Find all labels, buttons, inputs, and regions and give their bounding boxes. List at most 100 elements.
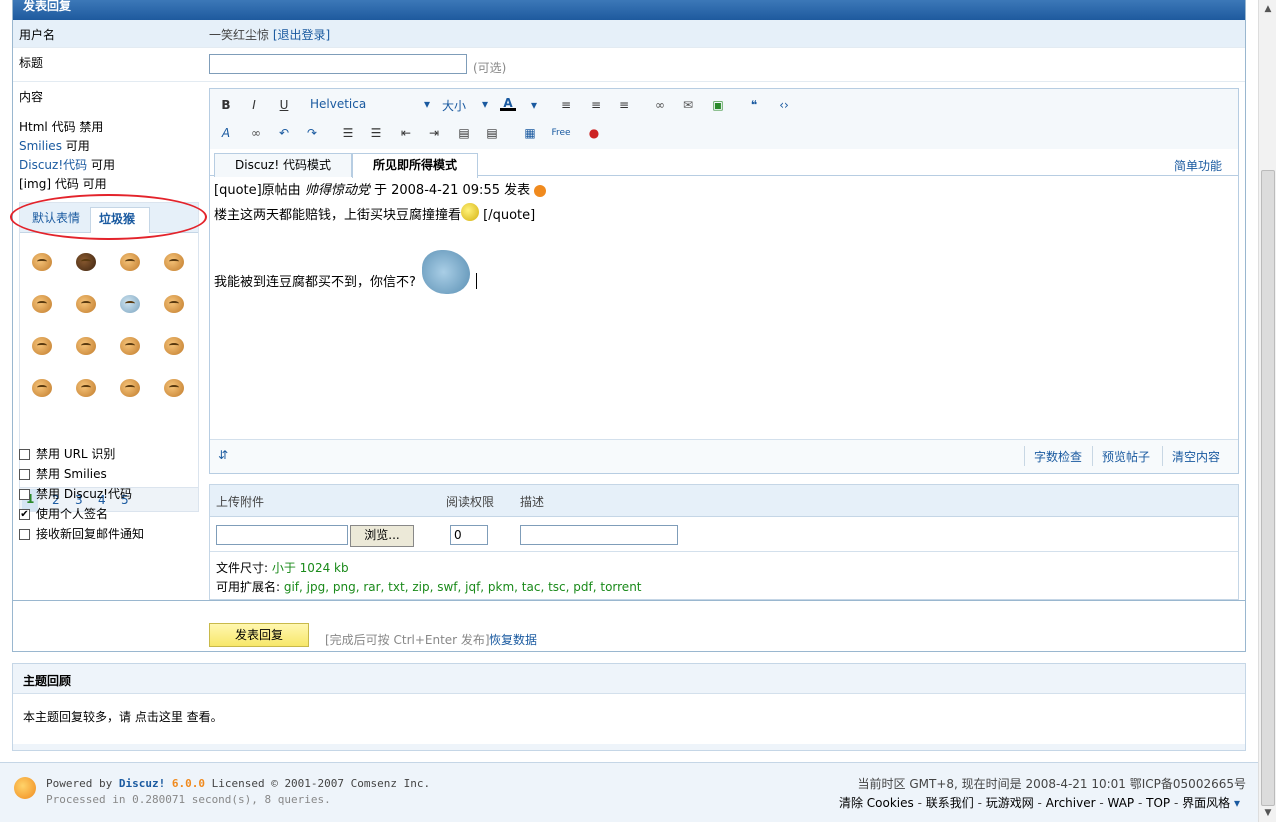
smilies-link[interactable]: Smilies <box>19 139 62 153</box>
indent-icon[interactable]: ⇥ <box>426 125 442 141</box>
title-label: 标题 <box>19 56 44 70</box>
clear-cookies-link[interactable]: 清除 Cookies <box>839 796 914 810</box>
size-select[interactable]: 大小 ▾ <box>442 97 488 114</box>
editor-footer: ⇵ 字数检查 预览帖子 清空内容 <box>210 439 1238 473</box>
highlight-circle <box>10 194 207 240</box>
word-count-link[interactable]: 字数检查 <box>1034 448 1082 465</box>
archiver-link[interactable]: Archiver <box>1046 796 1096 810</box>
scrollbar-thumb[interactable] <box>1261 170 1275 806</box>
table-icon[interactable]: ▦ <box>522 125 538 141</box>
checkbox[interactable] <box>19 528 30 540</box>
color-dropdown-icon[interactable]: ▾ <box>526 97 542 113</box>
read-permission-field[interactable]: 0 <box>450 525 488 545</box>
title-input[interactable] <box>209 54 467 74</box>
smiley[interactable] <box>152 241 196 283</box>
doodle-smiley-icon <box>421 250 470 294</box>
option-email-notify[interactable]: 接收新回复邮件通知 <box>19 524 144 544</box>
code-icon[interactable]: ‹› <box>776 97 792 113</box>
theme-link[interactable]: 界面风格 <box>1182 796 1230 810</box>
description-field[interactable] <box>520 525 678 545</box>
smiley[interactable] <box>64 241 108 283</box>
remove-format-icon[interactable]: A <box>218 125 234 141</box>
contact-link[interactable]: 联系我们 <box>926 796 974 810</box>
simple-mode-link[interactable]: 简单功能 <box>1174 157 1222 174</box>
browse-button[interactable]: 浏览... <box>350 525 414 547</box>
smiley[interactable] <box>152 325 196 367</box>
submit-reply-button[interactable]: 发表回复 <box>209 623 309 647</box>
wap-link[interactable]: WAP <box>1108 796 1135 810</box>
smiley[interactable] <box>64 325 108 367</box>
align-right-icon[interactable]: ≡ <box>616 97 632 113</box>
scroll-down-icon[interactable]: ▼ <box>1261 806 1275 820</box>
email-icon[interactable]: ✉ <box>680 97 696 113</box>
ordered-list-icon[interactable]: ☰ <box>340 125 356 141</box>
scroll-up-icon[interactable]: ▲ <box>1261 2 1275 16</box>
smiley[interactable] <box>64 283 108 325</box>
top-link[interactable]: TOP <box>1146 796 1170 810</box>
option-use-signature[interactable]: ✔ 使用个人签名 <box>19 504 144 524</box>
option-disable-discuz[interactable]: 禁用 Discuz!代码 <box>19 484 144 504</box>
option-disable-url[interactable]: 禁用 URL 识别 <box>19 444 144 464</box>
float-right-icon[interactable]: ▤ <box>484 125 500 141</box>
username-row: 用户名 一笑红尘惊 [退出登录] <box>13 20 1245 48</box>
vertical-scrollbar[interactable]: ▲ ▼ <box>1258 0 1276 822</box>
clear-content-link[interactable]: 清空内容 <box>1172 448 1220 465</box>
tab-wysiwyg-mode[interactable]: 所见即所得模式 <box>352 153 479 178</box>
smiley[interactable] <box>152 283 196 325</box>
align-center-icon[interactable]: ≡ <box>588 97 604 113</box>
link-icon[interactable]: ∞ <box>652 97 668 113</box>
review-text[interactable]: 本主题回复较多，请 点击这里 查看。 <box>23 708 223 725</box>
processing-info: Processed in 0.280071 second(s), 8 queri… <box>46 793 331 806</box>
divider <box>1024 446 1025 466</box>
align-left-icon[interactable]: ≡ <box>558 97 574 113</box>
redo-icon[interactable]: ↷ <box>304 125 320 141</box>
image-icon[interactable]: ▣ <box>710 97 726 113</box>
smiley[interactable] <box>108 241 152 283</box>
games-link[interactable]: 玩游戏网 <box>986 796 1034 810</box>
editor-content[interactable]: [quote]原帖由 帅得惊动党 于 2008-4-21 09:55 发表 楼主… <box>214 179 1236 437</box>
unlink-icon[interactable]: ∞ <box>248 125 264 141</box>
bold-icon[interactable]: B <box>218 97 234 113</box>
resize-icon[interactable]: ⇵ <box>218 448 228 462</box>
font-select[interactable]: Helvetica ▾ <box>310 97 430 111</box>
smiley[interactable] <box>20 283 64 325</box>
rich-text-editor: B I U Helvetica ▾ 大小 ▾ A ▾ ≡ ≡ ≡ ∞ ✉ ▣ ❝… <box>209 88 1239 474</box>
free-icon[interactable]: Free <box>550 125 572 141</box>
smiley[interactable] <box>20 325 64 367</box>
discuz-logo-icon <box>14 777 36 799</box>
smiley[interactable] <box>108 283 152 325</box>
option-disable-smilies[interactable]: 禁用 Smilies <box>19 464 144 484</box>
smiley[interactable] <box>152 367 196 409</box>
preview-link[interactable]: 预览帖子 <box>1102 448 1150 465</box>
smiley[interactable] <box>108 325 152 367</box>
italic-icon[interactable]: I <box>246 97 262 113</box>
restore-data-link[interactable]: 恢复数据 <box>489 631 537 648</box>
reply-form: 发表回复 用户名 一笑红尘惊 [退出登录] 标题 (可选) 内容 Html 代码… <box>10 0 1246 652</box>
underline-icon[interactable]: U <box>276 97 292 113</box>
logout-link[interactable]: [退出登录] <box>273 28 330 42</box>
text-caret <box>475 273 477 289</box>
post-options: 禁用 URL 识别 禁用 Smilies 禁用 Discuz!代码 ✔ 使用个人签… <box>19 444 144 544</box>
checkbox[interactable] <box>19 488 30 500</box>
font-color-icon[interactable]: A <box>500 95 516 111</box>
username-value: 一笑红尘惊 [退出登录] <box>209 26 330 43</box>
discuz-link[interactable]: Discuz! <box>119 777 165 790</box>
outdent-icon[interactable]: ⇤ <box>398 125 414 141</box>
attachment-section: 上传附件 阅读权限 描述 浏览... 0 文件尺寸: 小于 1024 kb 可用… <box>209 484 1239 600</box>
tab-discuz-code-mode[interactable]: Discuz! 代码模式 <box>214 153 352 177</box>
chevron-down-icon[interactable]: ▾ <box>1234 796 1240 810</box>
smiley[interactable] <box>20 241 64 283</box>
qq-icon[interactable]: ● <box>586 125 602 141</box>
discuz-code-link[interactable]: Discuz!代码 <box>19 158 87 172</box>
smiley[interactable] <box>108 367 152 409</box>
checkbox[interactable] <box>19 468 30 480</box>
smiley[interactable] <box>20 367 64 409</box>
undo-icon[interactable]: ↶ <box>276 125 292 141</box>
checkbox[interactable] <box>19 448 30 460</box>
checkbox-checked[interactable]: ✔ <box>19 508 30 520</box>
float-left-icon[interactable]: ▤ <box>456 125 472 141</box>
smiley[interactable] <box>64 367 108 409</box>
unordered-list-icon[interactable]: ☰ <box>368 125 384 141</box>
quote-icon[interactable]: ❝ <box>746 97 762 113</box>
file-path-field[interactable] <box>216 525 348 545</box>
